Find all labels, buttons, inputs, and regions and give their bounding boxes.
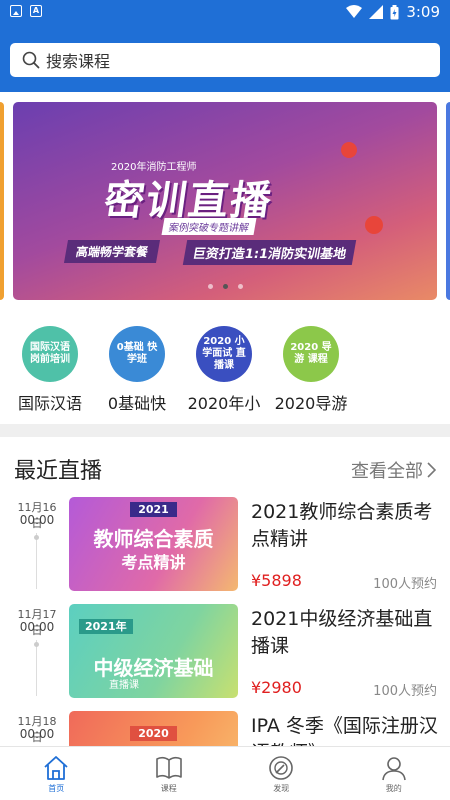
live-time: 00:00 [19,620,55,634]
banner-tag: 高端畅学套餐 [63,240,161,263]
next-banner-peek[interactable] [446,102,450,300]
carousel-indicator [0,284,450,289]
tab-label: 课程 [160,784,177,793]
live-thumbnail[interactable]: 2021 教师综合素质 考点精讲 [69,497,238,591]
banner-decoration [365,216,383,234]
gallery-notification-icon [10,5,22,17]
live-list-item[interactable]: 11月16日 00:00 2021 教师综合素质 考点精讲 2021教师综合素质… [0,497,450,604]
category-label: 2020导游 [274,394,348,413]
view-all-link[interactable]: 查看全部 [351,457,436,483]
wifi-icon [346,5,363,18]
category-row: 国际汉语 岗前培训 国际汉语 0基础 快学班 0基础快 2020 小学面试 直播… [0,312,450,424]
user-icon [381,757,406,781]
category-item[interactable]: 国际汉语 岗前培训 国际汉语 [5,326,95,414]
status-bar: A 3:09 [0,0,450,26]
bottom-tab-bar: 首页 课程 发现 我的 [0,746,450,800]
tab-home[interactable]: 首页 [0,747,113,800]
thumb-subtitle: 直播课 [109,680,139,691]
carousel-dot[interactable] [207,284,213,289]
live-thumbnail[interactable]: 2021年 中级经济基础 直播课 [69,604,238,698]
category-icon: 2020 小学面试 直播课 [196,326,252,382]
carousel-dot-active[interactable] [222,284,228,289]
tab-label: 首页 [48,784,65,793]
banner-subtitle: 案例突破专题讲解 [161,218,257,235]
category-icon: 国际汉语 岗前培训 [22,326,78,382]
clock: 3:09 [406,3,440,21]
tab-profile[interactable]: 我的 [338,747,450,800]
home-icon [44,756,68,780]
tab-label: 我的 [385,784,402,793]
banner-slide[interactable]: 2020年消防工程师 密训直播 案例突破专题讲解 高端畅学套餐 巨资打造1:1消… [13,102,437,300]
thumb-year: 2021年 [79,619,133,634]
thumb-year: 2021 [130,502,177,517]
thumb-subtitle: 考点精讲 [121,553,186,572]
search-placeholder: 搜索课程 [46,52,111,71]
live-section-header: 最近直播 查看全部 [0,437,450,495]
live-title: 2021教师综合素质考点精讲 [251,501,433,550]
chevron-right-icon [427,462,436,478]
thumb-title: 教师综合素质 [93,527,214,551]
category-item[interactable]: 2020 小学面试 直播课 2020年小 [179,326,269,414]
timeline-node [34,535,39,540]
view-all-label: 查看全部 [351,461,423,482]
category-icon: 0基础 快学班 [109,326,165,382]
prev-banner-peek[interactable] [0,102,4,300]
signal-icon [369,5,384,19]
tab-label: 发现 [273,784,290,793]
compass-icon [269,756,294,780]
live-title: 2021中级经济基础直播课 [251,608,433,657]
thumb-year: 2020 [130,726,177,741]
live-time: 00:00 [19,513,55,527]
search-icon [22,51,40,69]
app-bar: 搜索课程 [0,26,450,92]
live-time: 00:00 [19,727,55,741]
search-input[interactable]: 搜索课程 [10,43,440,77]
book-icon [155,756,182,779]
reservation-count: 100人预约 [373,684,437,699]
tab-courses[interactable]: 课程 [113,747,226,800]
carousel-dot[interactable] [237,284,243,289]
category-label: 2020年小 [187,394,261,413]
category-item[interactable]: 2020 导游 课程 2020导游 [266,326,356,414]
banner-slogan: 巨资打造1:1消防实训基地 [182,240,357,265]
live-price: ¥2980 [251,678,302,697]
tab-discover[interactable]: 发现 [225,747,338,800]
category-icon: 2020 导游 课程 [283,326,339,382]
timeline-node [34,642,39,647]
timeline-line [36,640,37,696]
battery-icon [390,4,399,19]
live-list-item[interactable]: 11月17日 00:00 2021年 中级经济基础 直播课 2021中级经济基础… [0,604,450,711]
banner-decoration [341,142,357,158]
section-divider [0,424,450,437]
category-label: 0基础快 [107,394,167,413]
banner-carousel[interactable]: 2020年消防工程师 密训直播 案例突破专题讲解 高端畅学套餐 巨资打造1:1消… [0,92,450,312]
live-price: ¥5898 [251,571,302,590]
timeline-line [36,533,37,589]
category-label: 国际汉语 [17,394,82,413]
reservation-count: 100人预约 [373,577,437,592]
section-title: 最近直播 [14,459,103,484]
category-item[interactable]: 0基础 快学班 0基础快 [92,326,182,414]
thumb-title: 中级经济基础 [93,656,214,680]
font-notification-icon: A [30,5,42,17]
